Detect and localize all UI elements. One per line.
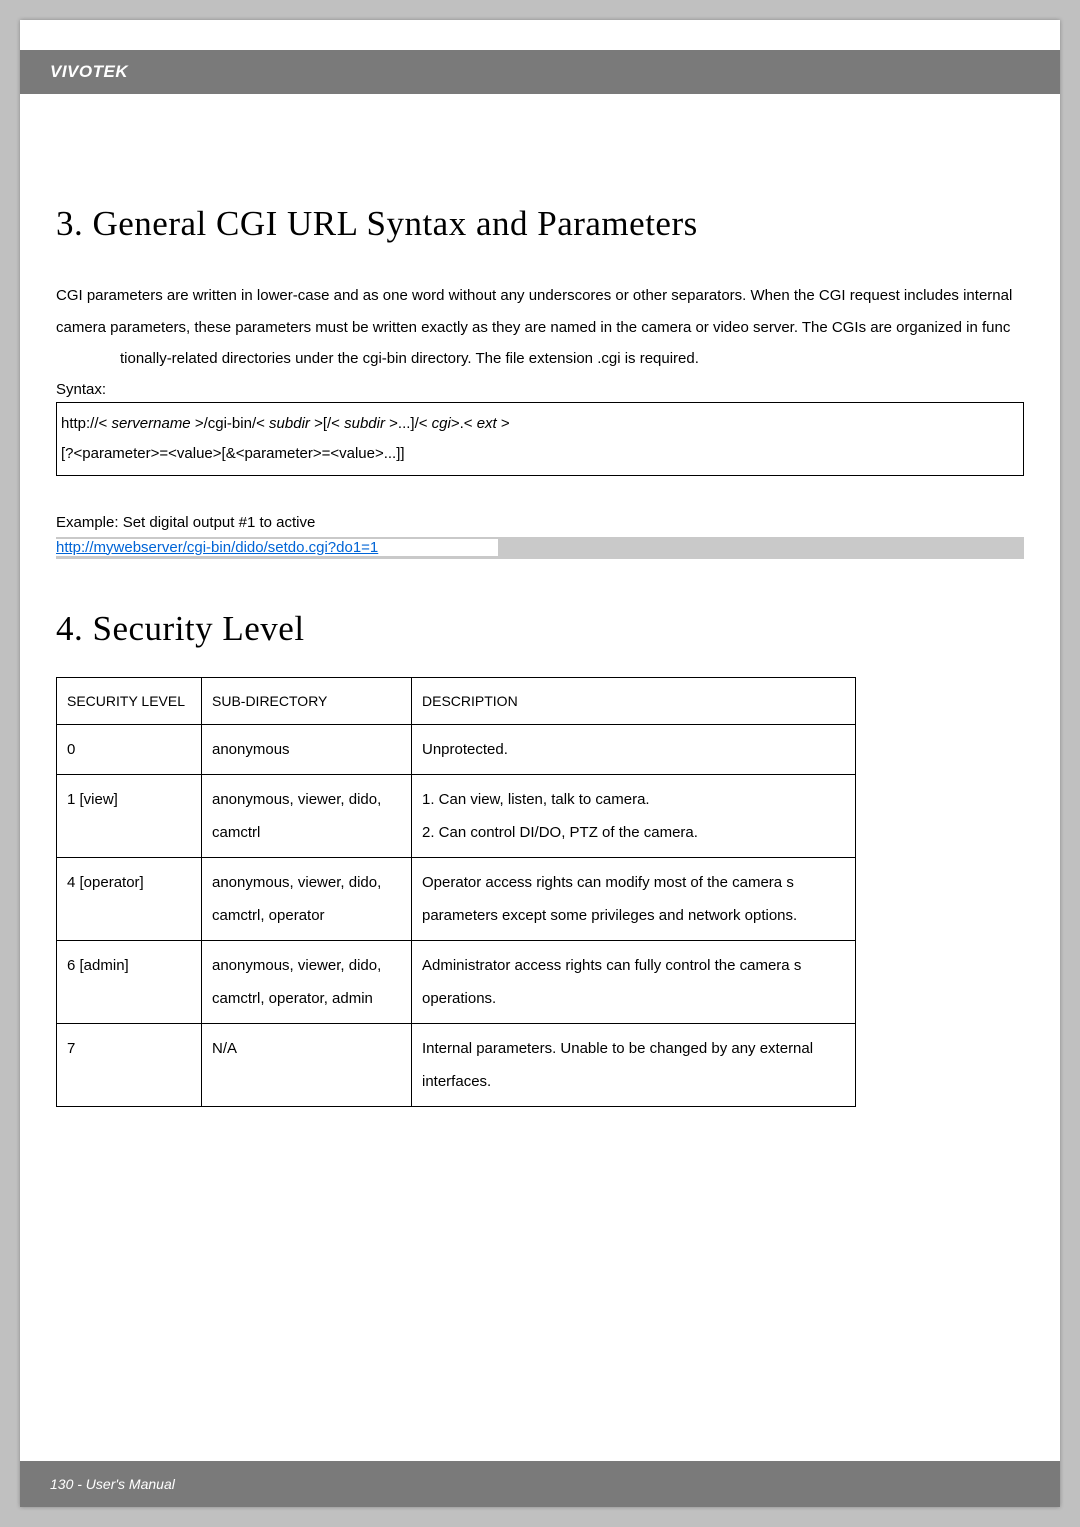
cell-level: 4 [operator] <box>57 858 202 941</box>
table-row: 7 N/A Internal parameters. Unable to be … <box>57 1024 856 1107</box>
example-link-row: http://mywebserver/cgi-bin/dido/setdo.cg… <box>56 537 1024 559</box>
syntax-var: cgi <box>432 415 451 432</box>
security-level-table: SECURITY LEVEL SUB-DIRECTORY DESCRIPTION… <box>56 677 856 1108</box>
syntax-text: >...]/< <box>385 415 432 432</box>
syntax-var: subdir <box>269 415 310 432</box>
example-label: Example: Set digital output #1 to active <box>56 514 1024 531</box>
section-4-title: 4. Security Level <box>56 609 1024 649</box>
syntax-text: > <box>497 415 510 432</box>
paragraph-text-part2: tionally-related directories under the c… <box>120 350 699 367</box>
page-content: 3. General CGI URL Syntax and Parameters… <box>20 94 1060 1127</box>
syntax-box: http://< servername >/cgi-bin/< subdir >… <box>56 402 1024 476</box>
cell-level: 6 [admin] <box>57 941 202 1024</box>
col-header-subdir: SUB-DIRECTORY <box>202 677 412 725</box>
footer-band: 130 - User's Manual <box>20 1461 1060 1507</box>
syntax-text: >/cgi-bin/< <box>191 415 269 432</box>
syntax-label: Syntax: <box>56 381 1024 398</box>
footer-page-label: 130 - User's Manual <box>50 1476 175 1492</box>
syntax-var: servername <box>111 415 190 432</box>
syntax-text: http://< <box>61 415 111 432</box>
cell-description: Administrator access rights can fully co… <box>412 941 856 1024</box>
header-band: VIVOTEK <box>20 50 1060 94</box>
syntax-text: >[/< <box>310 415 344 432</box>
syntax-var: ext <box>477 415 497 432</box>
paragraph-text-part1: CGI parameters are written in lower-case… <box>56 287 1012 336</box>
table-row: 6 [admin] anonymous, viewer, dido, camct… <box>57 941 856 1024</box>
cell-description: Operator access rights can modify most o… <box>412 858 856 941</box>
cell-level: 1 [view] <box>57 775 202 858</box>
table-row: 1 [view] anonymous, viewer, dido, camctr… <box>57 775 856 858</box>
cell-subdir: anonymous <box>202 725 412 775</box>
table-row: 0 anonymous Unprotected. <box>57 725 856 775</box>
brand-label: VIVOTEK <box>50 62 128 82</box>
cell-description: Internal parameters. Unable to be change… <box>412 1024 856 1107</box>
syntax-line-2: [?<parameter>=<value>[&<parameter>=<valu… <box>61 439 1019 469</box>
cell-subdir: anonymous, viewer, dido, camctrl <box>202 775 412 858</box>
table-row: 4 [operator] anonymous, viewer, dido, ca… <box>57 858 856 941</box>
document-page: VIVOTEK 3. General CGI URL Syntax and Pa… <box>20 20 1060 1507</box>
col-header-description: DESCRIPTION <box>412 677 856 725</box>
cell-description: Unprotected. <box>412 725 856 775</box>
col-header-level: SECURITY LEVEL <box>57 677 202 725</box>
example-url-link[interactable]: http://mywebserver/cgi-bin/dido/setdo.cg… <box>56 539 498 556</box>
section-3-paragraph: CGI parameters are written in lower-case… <box>56 280 1024 375</box>
cell-level: 7 <box>57 1024 202 1107</box>
syntax-var: subdir <box>344 415 385 432</box>
cell-description: 1. Can view, listen, talk to camera.2. C… <box>412 775 856 858</box>
syntax-text: >.< <box>451 415 477 432</box>
syntax-line-1: http://< servername >/cgi-bin/< subdir >… <box>61 409 1019 439</box>
cell-subdir: N/A <box>202 1024 412 1107</box>
cell-level: 0 <box>57 725 202 775</box>
table-header-row: SECURITY LEVEL SUB-DIRECTORY DESCRIPTION <box>57 677 856 725</box>
cell-subdir: anonymous, viewer, dido, camctrl, operat… <box>202 858 412 941</box>
section-3-title: 3. General CGI URL Syntax and Parameters <box>56 204 1024 244</box>
cell-subdir: anonymous, viewer, dido, camctrl, operat… <box>202 941 412 1024</box>
